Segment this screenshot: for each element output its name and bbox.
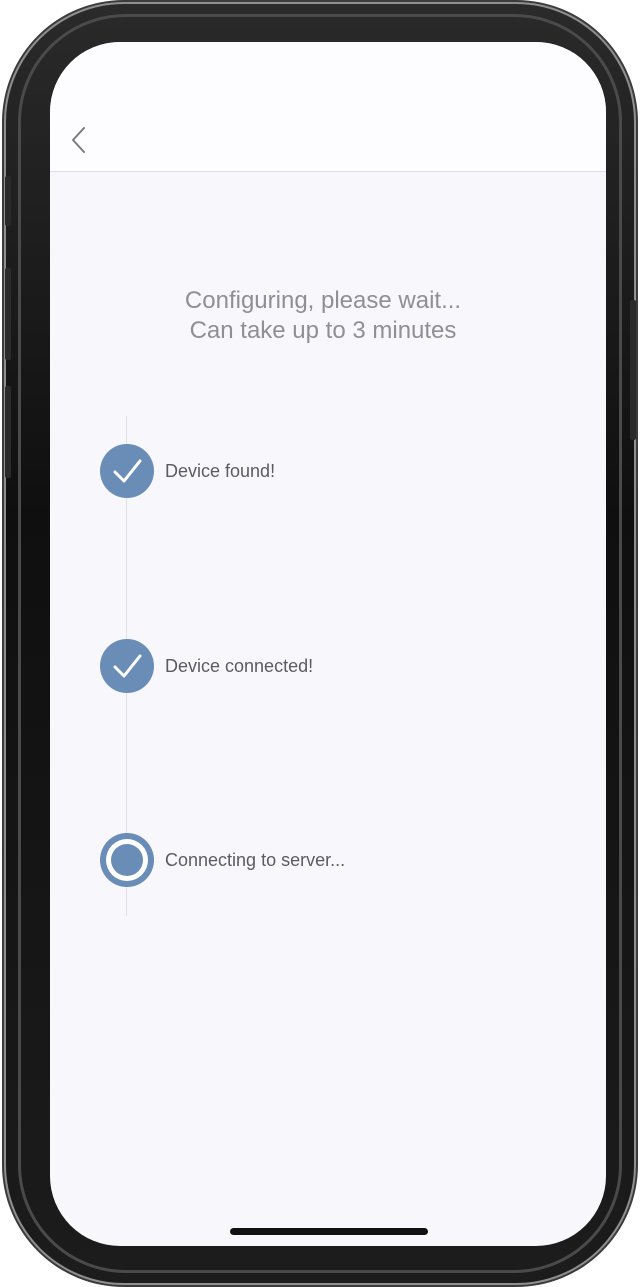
power-button: [630, 300, 636, 440]
volume-down-button: [5, 386, 11, 478]
step-label: Device found!: [165, 461, 276, 481]
volume-up-button: [5, 268, 11, 360]
step-label: Device connected!: [165, 656, 314, 676]
status-title-line-1: Configuring, please wait...: [184, 287, 462, 314]
silent-switch: [5, 176, 11, 226]
step-device-found: Device found!: [100, 444, 560, 498]
check-circle-icon: [100, 444, 154, 498]
status-title-line-2: Can take up to 3 minutes: [189, 317, 457, 344]
chevron-left-icon: [72, 127, 85, 153]
navigation-bar: [50, 42, 606, 172]
back-button[interactable]: [64, 122, 98, 158]
check-circle-icon: [100, 639, 154, 693]
step-device-connected: Device connected!: [100, 639, 560, 693]
status-title: Configuring, please wait... Can take up …: [50, 286, 596, 346]
step-label: Connecting to server...: [165, 850, 346, 870]
step-connecting-to-server: Connecting to server...: [100, 833, 560, 887]
radio-progress-icon: [100, 833, 154, 887]
home-indicator[interactable]: [230, 1228, 428, 1235]
app-screen: Configuring, please wait... Can take up …: [50, 42, 606, 1246]
